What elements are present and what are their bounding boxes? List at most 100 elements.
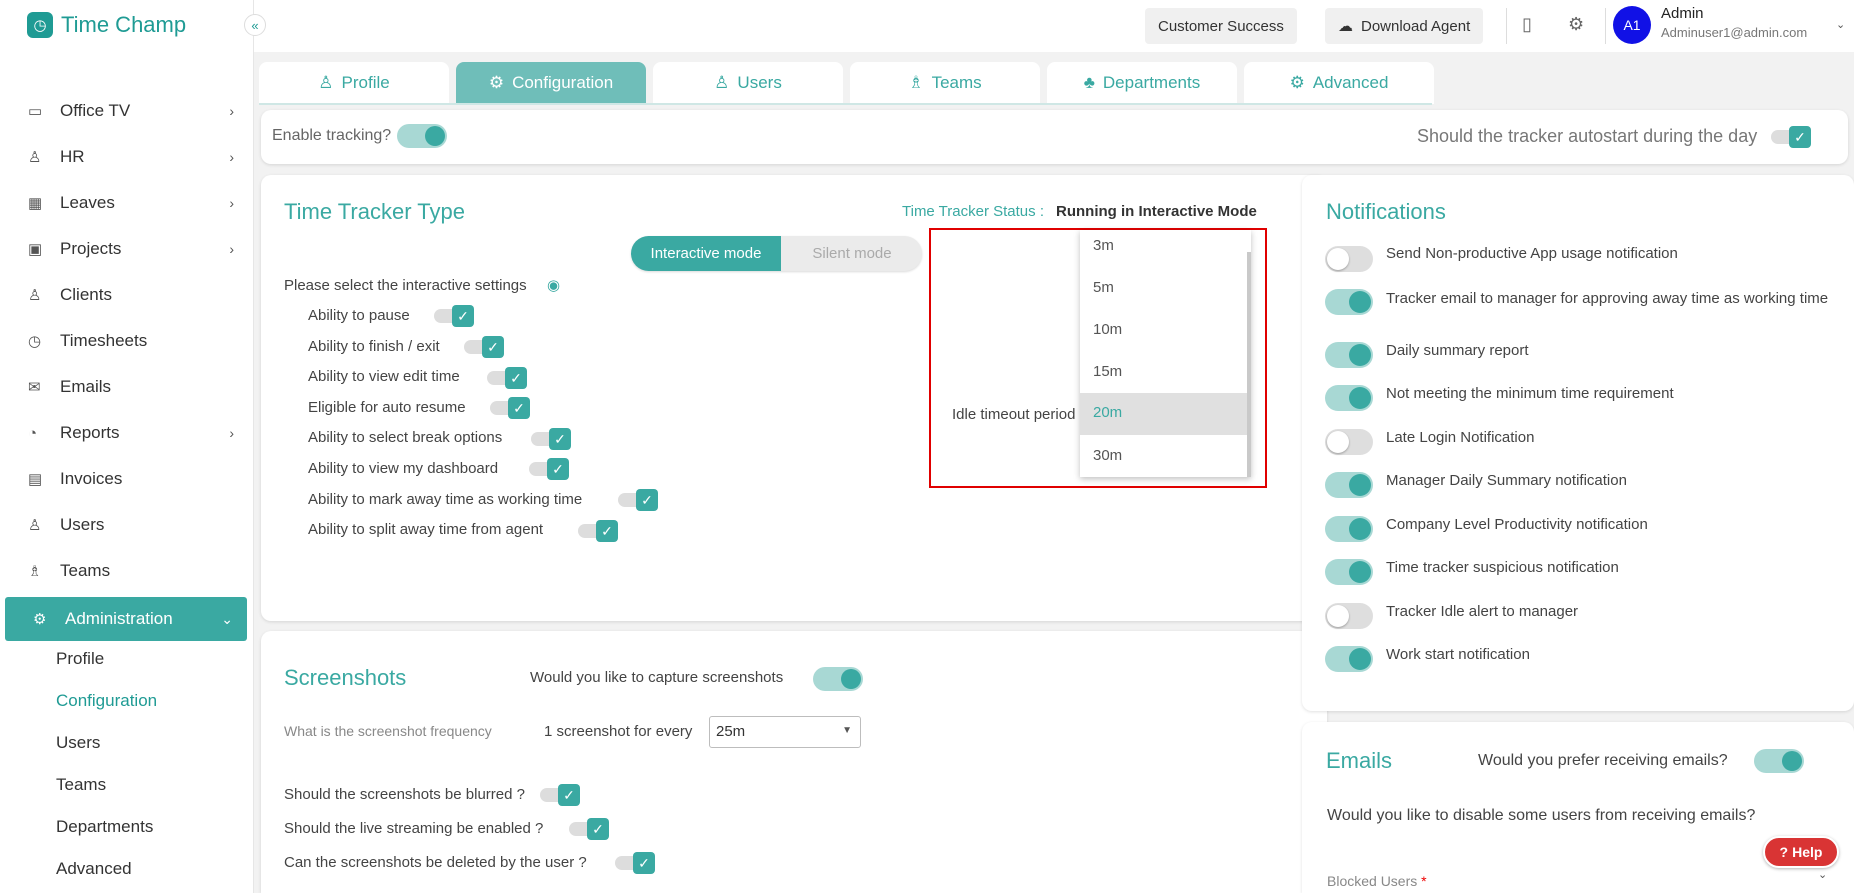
notification-label: Time tracker suspicious notification: [1386, 559, 1619, 576]
help-button[interactable]: ? Help: [1763, 836, 1839, 868]
app-logo[interactable]: ◷ Time Champ: [27, 12, 186, 38]
tab-advanced[interactable]: ⚙ Advanced: [1244, 62, 1434, 104]
setting-away-time-label: Ability to mark away time as working tim…: [308, 491, 583, 508]
help-label: Help: [1792, 844, 1823, 860]
autostart-checkbox[interactable]: ✓: [1771, 126, 1819, 148]
silent-mode-button[interactable]: Silent mode: [782, 236, 922, 271]
sidebar-item-label: Office TV: [60, 101, 131, 120]
topbar-divider: [1506, 8, 1507, 44]
idle-option[interactable]: 15m: [1080, 356, 1247, 391]
notification-toggle[interactable]: [1325, 516, 1373, 542]
customer-success-button[interactable]: Customer Success: [1145, 8, 1297, 44]
setting-split-away-checkbox[interactable]: ✓: [578, 520, 626, 542]
live-stream-checkbox[interactable]: ✓: [569, 818, 617, 840]
sidebar-item-projects[interactable]: ▣ Projects ›: [0, 227, 248, 271]
prefer-emails-toggle[interactable]: [1754, 749, 1804, 773]
sidebar-item-reports[interactable]: ◔ Reports ›: [0, 411, 248, 455]
notification-toggle[interactable]: [1325, 429, 1373, 455]
tab-label: Configuration: [512, 73, 614, 92]
sidebar-item-invoices[interactable]: ▤ Invoices: [0, 457, 248, 501]
tab-teams[interactable]: ♗ Teams: [850, 62, 1040, 104]
sidebar-item-emails[interactable]: ✉ Emails: [0, 365, 248, 409]
sidebar-item-leaves[interactable]: ▦ Leaves ›: [0, 181, 248, 225]
check-icon: ✓: [508, 397, 530, 419]
sidebar-item-timesheets[interactable]: ◷ Timesheets: [0, 319, 248, 363]
sidebar-subitem-advanced[interactable]: Advanced: [56, 859, 132, 879]
sidebar-subitem-profile[interactable]: Profile: [56, 649, 104, 669]
sidebar-item-administration[interactable]: ⚙ Administration ⌄: [5, 597, 247, 641]
sidebar-subitem-configuration[interactable]: Configuration: [56, 691, 157, 711]
notification-toggle[interactable]: [1325, 342, 1373, 368]
eye-icon[interactable]: ◉: [547, 276, 560, 294]
sidebar-item-clients[interactable]: ♙ Clients: [0, 273, 248, 317]
setting-break-options-checkbox[interactable]: ✓: [531, 428, 579, 450]
notification-toggle[interactable]: [1325, 603, 1373, 629]
sidebar-subitem-users[interactable]: Users: [56, 733, 100, 753]
setting-away-time-checkbox[interactable]: ✓: [618, 489, 666, 511]
idle-option[interactable]: 3m: [1080, 230, 1247, 265]
blocked-users-caret-icon[interactable]: ⌄: [1818, 868, 1827, 881]
setting-dashboard-checkbox[interactable]: ✓: [529, 458, 577, 480]
users-icon: ♙: [28, 517, 42, 534]
notification-toggle[interactable]: [1325, 385, 1373, 411]
setting-finish-checkbox[interactable]: ✓: [464, 336, 512, 358]
avatar[interactable]: A1: [1613, 6, 1651, 44]
autostart-label: Should the tracker autostart during the …: [1417, 126, 1758, 146]
notification-toggle[interactable]: [1325, 646, 1373, 672]
setting-dashboard-label: Ability to view my dashboard: [308, 460, 499, 477]
sidebar-item-teams[interactable]: ♗ Teams: [0, 549, 248, 593]
delete-screenshots-checkbox[interactable]: ✓: [615, 852, 663, 874]
tab-configuration[interactable]: ⚙ Configuration: [456, 62, 646, 104]
app-name: Time Champ: [61, 12, 187, 37]
person-icon: ♙: [318, 73, 334, 92]
gears-icon: ⚙: [488, 73, 505, 92]
tab-departments[interactable]: ♣ Departments: [1047, 62, 1237, 104]
question-icon: ?: [1779, 844, 1789, 860]
user-menu-chevron-icon[interactable]: ⌄: [1836, 18, 1845, 31]
user-name[interactable]: Admin: [1661, 5, 1704, 22]
blur-checkbox[interactable]: ✓: [540, 784, 588, 806]
notification-label: Tracker email to manager for approving a…: [1386, 290, 1829, 307]
notification-toggle[interactable]: [1325, 289, 1373, 315]
teams-icon: ♗: [28, 563, 42, 580]
setting-edit-time-checkbox[interactable]: ✓: [487, 367, 535, 389]
settings-icon[interactable]: ⚙: [1568, 14, 1584, 35]
notification-label: Not meeting the minimum time requirement: [1386, 385, 1674, 402]
chevron-right-icon: ›: [229, 425, 234, 441]
notification-toggle[interactable]: [1325, 559, 1373, 585]
document-icon[interactable]: ▯: [1522, 14, 1532, 35]
sidebar-item-label: Clients: [60, 285, 112, 304]
setting-split-away-label: Ability to split away time from agent: [308, 521, 544, 538]
sidebar-item-label: Administration: [65, 609, 173, 628]
live-stream-label: Should the live streaming be enabled ?: [284, 820, 544, 837]
sidebar-item-label: Projects: [60, 239, 122, 258]
sidebar-item-hr[interactable]: ♙ HR ›: [0, 135, 248, 179]
idle-option[interactable]: 10m: [1080, 314, 1247, 349]
download-agent-button[interactable]: ☁ Download Agent: [1325, 8, 1484, 44]
setting-auto-resume-checkbox[interactable]: ✓: [490, 397, 538, 419]
tab-profile[interactable]: ♙ Profile: [259, 62, 449, 104]
dropdown-scrollbar[interactable]: [1247, 252, 1251, 477]
sidebar-subitem-departments[interactable]: Departments: [56, 817, 153, 837]
capture-screenshots-label: Would you like to capture screenshots: [530, 669, 784, 686]
idle-timeout-label: Idle timeout period: [952, 406, 1076, 423]
blocked-users-field[interactable]: Blocked Users *: [1327, 873, 1427, 889]
notification-toggle[interactable]: [1325, 246, 1373, 272]
setting-edit-time-label: Ability to view edit time: [308, 368, 460, 385]
collapse-sidebar-button[interactable]: «: [244, 14, 266, 36]
tab-users[interactable]: ♙ Users: [653, 62, 843, 104]
check-icon: ✓: [547, 458, 569, 480]
sidebar-item-users[interactable]: ♙ Users: [0, 503, 248, 547]
capture-screenshots-toggle[interactable]: [813, 667, 863, 691]
idle-option[interactable]: 30m: [1080, 440, 1247, 475]
enable-tracking-toggle[interactable]: [397, 124, 447, 148]
idle-option-selected[interactable]: 20m: [1080, 393, 1247, 435]
advanced-gear-icon: ⚙: [1289, 73, 1305, 92]
sidebar-subitem-teams[interactable]: Teams: [56, 775, 106, 795]
idle-option[interactable]: 5m: [1080, 272, 1247, 307]
interactive-mode-button[interactable]: Interactive mode: [631, 236, 781, 271]
setting-pause-checkbox[interactable]: ✓: [434, 305, 482, 327]
frequency-select[interactable]: 25m ▼: [709, 716, 861, 748]
sidebar-item-office-tv[interactable]: ▭ Office TV ›: [0, 89, 248, 133]
notification-toggle[interactable]: [1325, 472, 1373, 498]
